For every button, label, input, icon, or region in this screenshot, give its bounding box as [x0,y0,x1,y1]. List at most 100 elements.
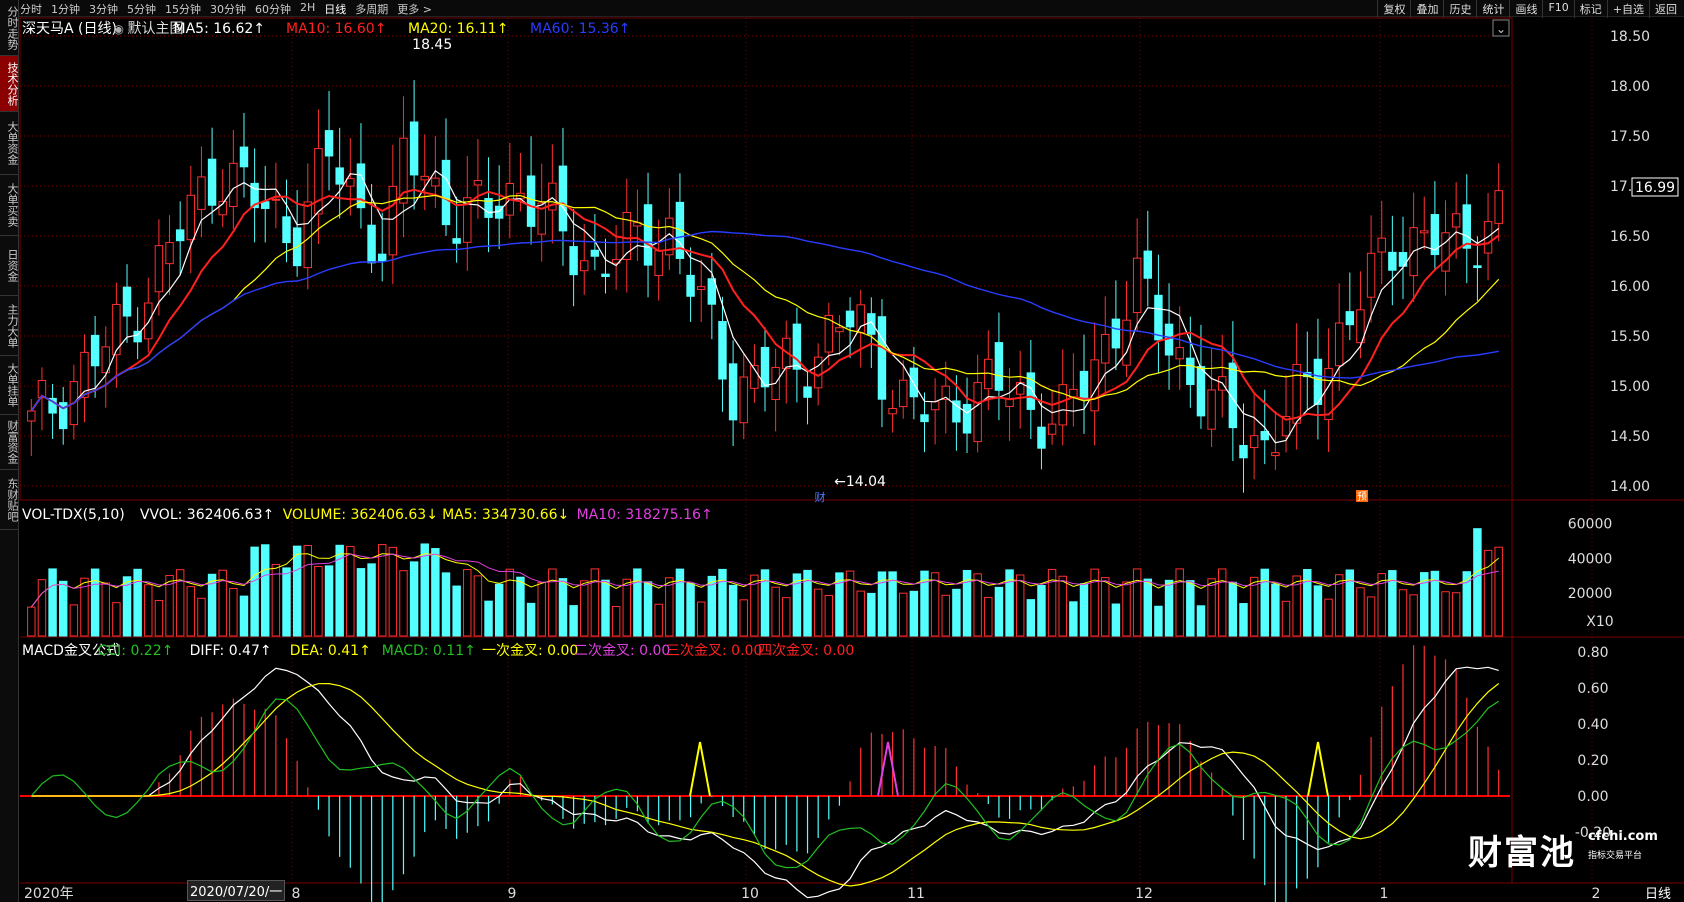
candle-body [27,410,36,422]
x-axis-label: 2020年 [24,886,74,902]
candle-body [441,159,451,226]
volume-bar [1228,581,1238,637]
macd-cross3: 三次金叉: 0.00 [666,643,762,659]
candle-body [122,286,132,317]
volume-bar [537,581,546,637]
candle-body [1196,366,1206,417]
candle-body [473,180,483,186]
candle-body [601,273,610,277]
volume-bar [1143,578,1153,637]
candle-body [314,148,323,215]
volume-bar [1271,583,1280,637]
kline-chart[interactable]: 18.5018.0017.5017.0016.5016.0015.5015.00… [0,0,1684,902]
candle-body [346,178,355,187]
volume-bar [548,568,557,637]
volume-bar [973,573,982,637]
candle-body [962,403,972,434]
volume-bar [1313,585,1323,637]
volume-bar [899,592,908,637]
volume-bar [90,568,100,637]
event-marker-yu: 预 [1357,491,1367,503]
volume-bar [1186,580,1195,637]
candle-body [1345,311,1355,326]
candle-body [994,342,1004,391]
volume-bar [580,580,589,637]
volume-bar [771,586,780,637]
volume-bar [867,592,876,637]
candle-body [643,204,653,266]
volume-bar [1281,600,1291,637]
candle-body [580,260,589,272]
volume-bar [377,544,387,637]
volume-bar [1483,549,1493,637]
crosshair-date-tip: 2020/07/20/一 [187,880,286,901]
volume-bar [1239,603,1248,637]
volume-bar [69,604,79,637]
volume-bar [665,577,674,637]
candle-body [558,165,568,232]
volume-bar [367,563,376,637]
candle-body [1292,363,1301,424]
x-axis-label: 1 [1380,886,1389,902]
candle-body [367,224,376,264]
macd-macd: MACD: 0.11↑ [382,643,476,659]
candle-body [888,408,897,415]
dea-line [31,682,1500,887]
candle-body [696,286,706,290]
volume-bar [1207,578,1216,637]
volume-bar [952,588,961,637]
volume-bar [154,599,164,637]
macd-tick: 0.20 [1577,753,1608,769]
volume-bar [303,545,312,637]
candle-body [1111,318,1121,349]
template-icon: ◉ [114,22,124,36]
candle-body [1132,257,1142,314]
candle-body [452,238,461,244]
watermark-domain: cfchi.com [1588,829,1658,844]
candle-body [431,177,440,187]
volume-tick: 60000 [1568,517,1613,533]
volume-bar [984,596,993,637]
candle-body [845,310,855,328]
event-marker-cai: 财 [815,490,826,504]
volume-bar [1037,584,1046,637]
candle-body [1388,251,1397,271]
volume-bar [112,602,121,637]
candle-body [813,356,823,389]
volume-bar [58,580,68,637]
ma-legend-3: MA60: 15.36↑ [530,21,630,37]
price-tick: 15.50 [1610,329,1650,345]
volume-bar [675,568,685,637]
candle-body [1186,357,1195,386]
volume-bar [271,563,281,637]
volume-tick: 20000 [1568,586,1613,602]
volume-bar [1356,587,1365,637]
x-axis-label: 11 [907,886,925,902]
candle-body [229,162,238,207]
macd-cross1: 一次金叉: 0.00 [482,643,578,659]
candle-body [1377,237,1386,253]
macd-tick: 0.00 [1577,789,1608,805]
candle-body [154,245,164,293]
candle-body [920,414,929,423]
candle-body [1494,190,1503,224]
volume-bar [1111,603,1121,637]
candle-body [388,185,398,256]
volume-unit: X10 [1586,614,1613,630]
candle-body [930,401,940,411]
volume-bar [516,576,525,637]
volume-bar [399,570,408,637]
candle-body [1462,204,1472,249]
volume-bar [1366,596,1376,637]
volume-bar [622,578,631,637]
candle-body [1441,232,1450,272]
volume-bar [48,568,57,637]
volume-bar [1058,575,1067,637]
volume-bar [133,568,142,637]
volume-bar [590,568,600,637]
macd-cross2: 二次金叉: 0.00 [574,643,670,659]
volume-bar [1026,599,1036,637]
volume-bar [324,565,334,637]
volume-bar [292,545,302,637]
volume-bar [909,590,919,637]
